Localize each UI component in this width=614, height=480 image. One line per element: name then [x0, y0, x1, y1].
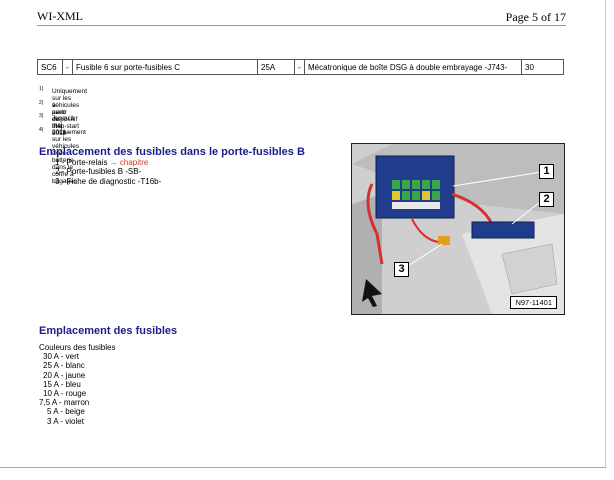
cell-sep: - — [62, 59, 73, 75]
fuse-amperage: 25A — [257, 59, 295, 75]
list-item: 15 A - bleu — [43, 379, 81, 389]
table-row: SC6 - Fusible 6 sur porte-fusibles C 25A… — [37, 59, 564, 75]
footnote-number: 4) — [39, 126, 44, 133]
page-number: Page 5 of 17 — [505, 10, 566, 24]
page-edge — [605, 0, 606, 467]
document-title: WI-XML — [37, 9, 83, 23]
fuse-location-illustration: 1 2 3 N97-11401 — [351, 143, 565, 315]
figure-id: N97-11401 — [510, 296, 557, 309]
cell-sep: - — [294, 59, 305, 75]
footer-divider — [0, 467, 606, 468]
list-item: 7,5 A - marron — [39, 398, 90, 408]
list-item-text: 1 - Porte-relais — [55, 158, 110, 167]
list-item: 30 A - vert — [43, 352, 80, 362]
fuse-id: SC6 — [37, 59, 63, 75]
callout-2: 2 — [539, 192, 554, 207]
list-item: 3 A - violet — [47, 416, 84, 426]
fuse-position: 30 — [521, 59, 564, 75]
list-item: 10 A - rouge — [43, 389, 87, 399]
footnote-number: 1) — [39, 86, 44, 92]
header-divider — [37, 25, 566, 26]
fuse-consumer: Mécatronique de boîte DSG à double embra… — [304, 59, 522, 75]
list-item: 5 A - beige — [47, 407, 85, 417]
callout-1: 1 — [539, 164, 554, 179]
section-heading-fuse-holder-b: Emplacement des fusibles dans le porte-f… — [39, 146, 305, 158]
fuse-colors-intro: Couleurs des fusibles — [39, 343, 116, 352]
list-item: 2 - Porte-fusibles B -SB- — [55, 167, 142, 177]
footnote-number: 2) — [39, 99, 44, 106]
chapter-link[interactable]: → chapitre — [110, 158, 149, 167]
car-interior-drawing — [352, 144, 564, 314]
fuse-table: SC6 - Fusible 6 sur porte-fusibles C 25A… — [37, 59, 564, 75]
list-item: 1 - Porte-relais → chapitre — [55, 158, 161, 167]
list-item: 20 A - jaune — [43, 370, 86, 380]
section-heading-fuse-location: Emplacement des fusibles — [39, 325, 178, 337]
callout-3: 3 — [394, 262, 409, 277]
legend-list: 1 - Porte-relais → chapitre 2 - Porte-fu… — [55, 158, 161, 186]
list-item: 25 A - blanc — [43, 361, 85, 371]
fuse-description: Fusible 6 sur porte-fusibles C — [72, 59, 258, 75]
fuse-colors-list: Couleurs des fusibles 30 A - vert 25 A -… — [39, 343, 115, 426]
footnote-number: 3) — [39, 113, 44, 119]
list-item: 3 - Fiche de diagnostic -T16b- — [55, 176, 162, 186]
